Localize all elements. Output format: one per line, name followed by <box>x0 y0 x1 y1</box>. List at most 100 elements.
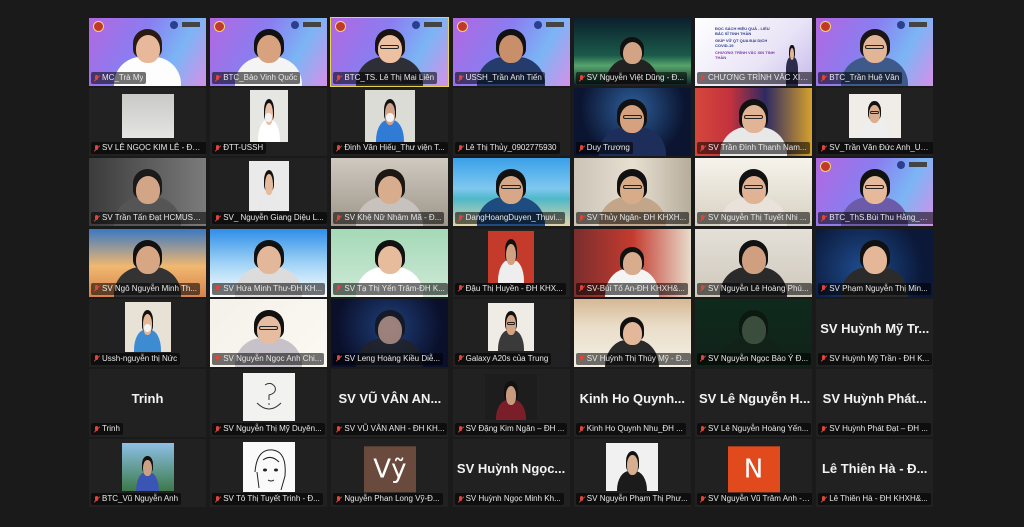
participant-tile-sv-ta-thi-yen-tram-dh-k[interactable]: SV Tạ Thị Yến Trâm-ĐH K... <box>331 228 449 297</box>
participant-tile-btc-tran-hue-van[interactable]: BTC_Trần Huệ Vân <box>816 18 934 86</box>
participant-tile-sv-nguyen-ngoc-anh-chi[interactable]: SV Nguyễn Ngọc Anh Chi... <box>210 298 328 367</box>
participant-tile-sv-le-nguyen-hoang-yen[interactable]: SV Lê Nguyễn H... SV Lê Nguyễn Hoàng Yến.… <box>695 369 812 437</box>
mic-muted-icon <box>336 425 341 433</box>
participant-name: Trinh <box>102 424 120 433</box>
participant-name: ĐTT-USSH <box>223 143 264 153</box>
mic-muted-icon <box>579 425 584 433</box>
participant-tile-ussh-tran-anh-tien[interactable]: USSH_Trần Anh Tiến <box>452 18 570 86</box>
participant-tile-duy-truong[interactable]: Duy Trương <box>573 88 691 157</box>
participant-name: SV Nguyễn Lê Hoàng Phú... <box>708 283 809 293</box>
participant-face <box>377 245 402 274</box>
participant-name: BTC_TS. Lê Thị Mai Liên <box>344 73 435 82</box>
participant-name-label: SV Tạ Thị Yến Trâm-ĐH K... <box>333 282 448 295</box>
participant-tile-le-thi-thuy-0902775930[interactable]: Lê Thị Thủy_0902775930 <box>452 88 570 157</box>
participant-tile-sv-khe-nu-nham-ma-d[interactable]: SV Khệ Nữ Nhâm Mã - Đ... <box>331 158 449 227</box>
participant-name: BTC_Trần Huệ Vân <box>829 73 900 82</box>
participant-video-thumbnail <box>364 90 415 143</box>
participant-name: USSH_Trần Anh Tiến <box>465 73 542 82</box>
participant-tile-sv-hua-minh-thu-dh-kh[interactable]: SV Hứa Minh Thư-ĐH KH... <box>210 228 328 297</box>
mic-muted-icon <box>215 495 220 503</box>
glasses-icon <box>743 114 764 120</box>
participant-tile-sv-nguyen-vu-tram-anh-d[interactable]: N SV Nguyễn Vũ Trâm Anh - Đ... <box>695 439 812 508</box>
participant-tile-danghoangduyen-thuvi[interactable]: DangHoangDuyen_Thuvi... <box>452 158 570 227</box>
participant-tile-dtt-ussh[interactable]: ĐTT-USSH <box>210 88 328 157</box>
participant-tile-sv-huynh-my-tran-dh-k[interactable]: SV Huỳnh Mỹ Tr... SV Huỳnh Mỹ Trần - ĐH K… <box>816 298 934 367</box>
participant-face <box>135 245 160 274</box>
participant-tile-sv-huynh-ngoc-minh-kh[interactable]: SV Huỳnh Ngọc... SV Huỳnh Ngọc Minh Kh... <box>452 439 570 508</box>
participant-name-label: SV Lê Nguyễn Hoàng Yến... <box>697 423 812 435</box>
participant-name: SV Trần Tấn Đạt HCMUSS... <box>102 213 204 223</box>
participant-tile-ussh-nguyen-thi-nuc[interactable]: Ussh-nguyễn thị Nức <box>89 298 206 367</box>
mic-muted-icon <box>700 285 705 292</box>
participant-tile-sv-pham-nguyen-thi-min[interactable]: SV Phạm Nguyễn Thị Min... <box>816 228 934 297</box>
participant-name-label: Trinh <box>91 423 123 435</box>
mic-muted-icon <box>821 285 826 292</box>
participant-tile-sv-nguyen-thi-tuyet-nhi[interactable]: SV Nguyễn Thị Tuyết Nhi ... <box>695 158 812 227</box>
participant-name: SV Hứa Minh Thư-ĐH KH... <box>223 283 323 293</box>
participant-name: SV LÊ NGỌC KIM LÊ - ĐH ... <box>102 143 204 153</box>
participant-face <box>505 385 517 405</box>
participant-tile-sv-leng-hoang-kieu-die[interactable]: SV Leng Hoàng Kiều Diễ... <box>331 298 449 367</box>
participant-face <box>256 315 281 344</box>
participant-tile-sv-nguyen-le-hoang-phu[interactable]: SV Nguyễn Lê Hoàng Phú... <box>695 228 812 297</box>
participant-name: SV Huỳnh Ngọc Minh Kh... <box>465 494 561 504</box>
participant-video-thumbnail <box>606 443 659 492</box>
glasses-icon <box>501 185 521 190</box>
participant-name: BTC_Vũ Nguyễn Anh <box>102 494 179 504</box>
participant-tile-dau-thi-huyen-dh-khx[interactable]: Đậu Thị Huyền - ĐH KHX... <box>452 228 570 297</box>
participant-tile-sv-huynh-thi-thuy-my-d[interactable]: SV Huỳnh Thị Thúy Mỹ - Đ... <box>573 298 691 367</box>
participant-tile-sv-dang-kim-ngan-dh[interactable]: SV Đặng Kim Ngân – ĐH ... <box>452 369 570 437</box>
participant-tile-sv-tran-van-duc-anh-us[interactable]: SV_Trần Văn Đức Anh_US... <box>816 88 934 157</box>
participant-tile-kinh-ho-quynh-nhu-dh[interactable]: Kinh Ho Quynh... Kinh Ho Quynh Nhu_ĐH ... <box>573 369 691 437</box>
mic-muted-icon <box>579 144 584 152</box>
participant-name: Đinh Văn Hiếu_Thư viện T... <box>344 143 445 153</box>
participant-tile-sv-nguyen-giang-dieu-l[interactable]: SV_ Nguyễn Giang Diệu L... <box>210 158 328 227</box>
participant-tile-sv-thuy-ngan-dh-khxh[interactable]: SV Thủy Ngân- ĐH KHXH... <box>573 158 691 227</box>
participant-name: DangHoangDuyen_Thuvi... <box>465 213 563 223</box>
participant-tile-sv-nguyen-pham-thi-phu[interactable]: SV Nguyễn Phạm Thị Phư... <box>573 439 691 508</box>
participant-tile-le-thien-ha-dh-khxh[interactable]: Lê Thiên Hà - Đ... Lê Thiên Hà - ĐH KHXH&… <box>816 439 934 508</box>
participant-name-label: SV Đặng Kim Ngân – ĐH ... <box>454 423 568 435</box>
participant-tile-dinh-van-hieu-thu-vien-t[interactable]: Đinh Văn Hiếu_Thư viện T... <box>331 88 449 157</box>
participant-face <box>622 41 642 64</box>
participant-tile-nguyen-phan-long-vy-d[interactable]: Vỹ Nguyễn Phan Long Vỹ-Đ... <box>331 439 449 508</box>
participant-tile-chuong-trinh-vac-xin[interactable]: ĐỌC SÁCH HIỆU QUẢ - LIỀU BẮC SĨ TINH THẦ… <box>695 18 812 86</box>
participant-tile-sv-to-thi-tuyet-trinh-d[interactable]: SV Tô Thị Tuyết Trinh - Đ... <box>210 439 328 508</box>
participant-tile-sv-nguyen-viet-dung-d[interactable]: SV Nguyễn Việt Dũng - Đ... <box>573 18 691 86</box>
participant-name: SV Khệ Nữ Nhâm Mã - Đ... <box>344 213 442 223</box>
participant-name: SV Thủy Ngân- ĐH KHXH... <box>586 213 687 223</box>
presenter-thumbnail <box>782 40 802 86</box>
participant-tile-trinh[interactable]: Trinh Trinh <box>89 369 206 437</box>
participant-tile-btc-ts-le-thi-mai-lien[interactable]: BTC_TS. Lê Thị Mai Liên <box>330 17 450 87</box>
participant-tile-sv-vu-van-anh-dh-kh[interactable]: SV VŨ VÂN AN... SV VŨ VÂN ANH - ĐH KH... <box>331 369 449 437</box>
participant-name-label: SV Ngô Nguyễn Minh Th... <box>91 282 201 295</box>
participant-tile-sv-tran-dinh-thanh-nam[interactable]: SV Trần Đình Thanh Nam... <box>695 88 812 157</box>
participant-tile-sv-bui-to-an-dh-khxh[interactable]: SV-Bùi Tố An-ĐH KHXH&... <box>573 228 691 297</box>
participant-name-label: SV Thủy Ngân- ĐH KHXH... <box>575 212 690 225</box>
initials-avatar: Vỹ <box>363 446 416 493</box>
participant-tile-btc-bao-vinh-quoc[interactable]: BTC_Bảo Vinh Quốc <box>210 18 328 86</box>
participant-face <box>620 175 645 204</box>
participant-tile-sv-nguyen-ngoc-bao-y-d[interactable]: SV Nguyễn Ngọc Bảo Ý Đ... <box>695 298 812 367</box>
participant-name: SV Lê Nguyễn Hoàng Yến... <box>708 424 809 433</box>
participant-tile-galaxy-a20s-cua-trung[interactable]: Galaxy A20s của Trung <box>452 298 570 367</box>
participant-name-label: SV Khệ Nữ Nhâm Mã - Đ... <box>333 212 445 225</box>
participant-name-label: Lê Thiên Hà - ĐH KHXH&... <box>818 493 931 506</box>
participant-tile-mc-tra-my[interactable]: MC_Trà My <box>89 18 206 86</box>
participant-tile-sv-tran-tan-dat-hcmuss[interactable]: SV Trần Tấn Đạt HCMUSS... <box>89 158 206 227</box>
mic-muted-icon <box>821 355 826 362</box>
participant-tile-sv-ngo-nguyen-minh-th[interactable]: SV Ngô Nguyễn Minh Th... <box>89 228 206 297</box>
mic-muted-icon <box>700 495 705 503</box>
participant-face <box>499 175 524 204</box>
participant-video-thumbnail <box>488 230 535 283</box>
participant-tile-sv-le-ngoc-kim-le-dh[interactable]: SV LÊ NGỌC KIM LÊ - ĐH ... <box>89 88 206 157</box>
mic-muted-icon <box>215 285 220 292</box>
participant-display-name: SV VŨ VÂN AN... <box>338 391 442 406</box>
participant-tile-btc-ths-bui-thu-hang-th[interactable]: BTC_ThS.Bùi Thu Hằng_Th... <box>816 158 934 227</box>
participant-face <box>135 175 160 204</box>
participant-tile-btc-vu-nguyen-anh[interactable]: BTC_Vũ Nguyễn Anh <box>89 439 206 508</box>
participant-tile-sv-huynh-phat-dat-dh[interactable]: SV Huỳnh Phát... SV Huỳnh Phát Đạt – ĐH .… <box>816 369 934 437</box>
participant-face <box>622 322 642 345</box>
glasses-icon <box>870 111 879 115</box>
participant-tile-sv-nguyen-thi-my-duyen[interactable]: SV Nguyễn Thị Mỹ Duyên... <box>210 369 328 437</box>
